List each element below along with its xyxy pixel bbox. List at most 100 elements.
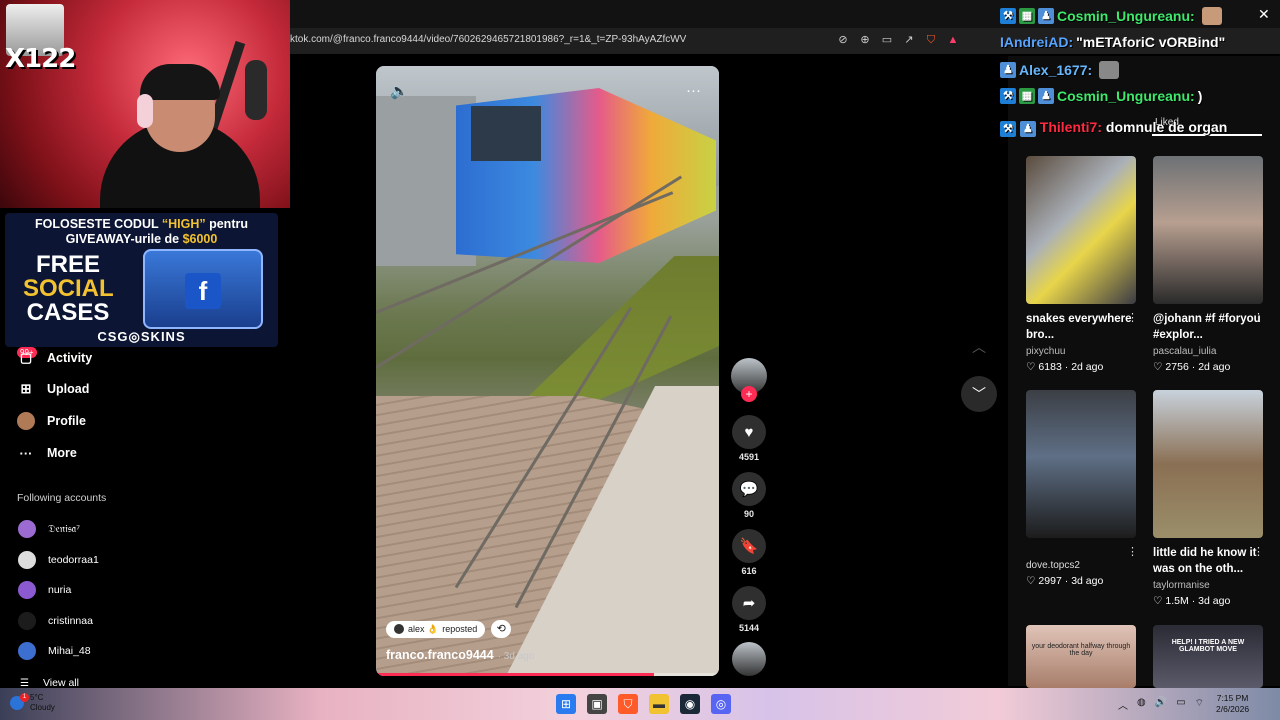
video-user[interactable]: pixychuu bbox=[1026, 346, 1065, 357]
video-user[interactable]: pascalau_iulia bbox=[1153, 346, 1216, 357]
badge-icon: ♟ bbox=[1019, 121, 1036, 137]
badge-icon: ♟ bbox=[1000, 62, 1016, 78]
weather-widget[interactable]: 1 5°C Cloudy bbox=[10, 693, 55, 713]
video-thumbnail[interactable] bbox=[1026, 390, 1136, 538]
sidebar-item-profile[interactable]: Profile bbox=[17, 410, 86, 432]
facebook-icon: f bbox=[185, 273, 221, 309]
following-account[interactable]: 𝔇𝔢𝔫𝔦𝔰𝔞⁷ bbox=[18, 520, 80, 538]
system-tray: ︿ ◍ 🔊 ▭ ⌔ bbox=[1118, 697, 1204, 712]
video-author[interactable]: franco.franco9444 · 3d ago bbox=[386, 648, 534, 662]
heart-outline-icon: ♡ bbox=[1153, 595, 1163, 607]
more-icon: ··· bbox=[19, 445, 33, 461]
video-user[interactable]: dove.topcs2 bbox=[1026, 560, 1080, 571]
weather-icon: 1 bbox=[10, 693, 29, 710]
save-button[interactable]: 🔖 616 bbox=[731, 529, 767, 576]
display-icon[interactable]: ▭ bbox=[1176, 697, 1185, 712]
following-account[interactable]: nuria bbox=[18, 581, 71, 599]
video-player[interactable]: 🔈 ··· alex 👌 reposted ⟲ franco.franco944… bbox=[376, 66, 719, 676]
video-stats: ♡ 6183 · 2d ago bbox=[1026, 361, 1104, 373]
repost-pill[interactable]: alex 👌 reposted bbox=[386, 620, 486, 638]
browser-toolbar: ⊘ ⊕ ▭ ↗ ⛉ ▲ bbox=[835, 32, 961, 48]
rewards-icon[interactable]: ▲ bbox=[945, 32, 961, 48]
following-account[interactable]: Mihai_48 bbox=[18, 642, 91, 660]
video-thumbnail[interactable] bbox=[1153, 156, 1263, 304]
speaker-icon[interactable]: 🔊 bbox=[1155, 697, 1167, 712]
picture-in-picture-icon[interactable]: ▭ bbox=[879, 32, 895, 48]
steam-icon[interactable]: ◉ bbox=[680, 694, 700, 714]
next-video-button[interactable]: ﹀ bbox=[961, 376, 997, 412]
windows-start-icon[interactable]: ⊞ bbox=[556, 694, 576, 714]
video-thumbnail[interactable] bbox=[1153, 390, 1263, 538]
wifi-icon[interactable]: ⌔ bbox=[1195, 697, 1204, 712]
discord-icon[interactable]: ◎ bbox=[711, 694, 731, 714]
video-thumbnail[interactable] bbox=[1026, 156, 1136, 304]
more-icon[interactable]: ⋮ bbox=[1127, 311, 1138, 324]
music-disc-icon bbox=[732, 642, 766, 676]
brave-browser-icon[interactable]: ⛉ bbox=[618, 694, 638, 714]
avatar bbox=[18, 642, 36, 660]
comment-button[interactable]: 💬 90 bbox=[731, 472, 767, 519]
following-account[interactable]: teodorraa1 bbox=[18, 551, 99, 569]
share-icon[interactable]: ↗ bbox=[901, 32, 917, 48]
chevron-up-icon[interactable]: ︿ bbox=[1118, 697, 1128, 712]
promo-banner: FOLOSESTE CODUL “HIGH” pentru GIVEAWAY-u… bbox=[5, 213, 278, 347]
mute-icon[interactable]: ⊘ bbox=[835, 32, 851, 48]
heart-outline-icon: ♡ bbox=[1026, 361, 1036, 373]
badge-icon: ▦ bbox=[1019, 88, 1035, 104]
network-icon[interactable]: ◍ bbox=[1137, 697, 1146, 712]
chat-message: ♟ Alex_1677: bbox=[1000, 61, 1120, 79]
more-options-icon[interactable]: ··· bbox=[686, 82, 701, 99]
promo-headline: FREE SOCIAL CASES bbox=[23, 251, 114, 326]
video-title[interactable]: little did he know it was on the oth... bbox=[1153, 545, 1263, 577]
promo-text: FOLOSESTE CODUL “HIGH” pentru GIVEAWAY-u… bbox=[35, 217, 248, 246]
video-tram-window bbox=[471, 106, 541, 161]
following-account[interactable]: cristinnaa bbox=[18, 612, 93, 630]
video-thumbnail[interactable]: HELP! I TRIED A NEW GLAMBOT MOVE bbox=[1153, 625, 1263, 688]
heart-outline-icon: ♡ bbox=[1026, 575, 1036, 587]
badge-icon: ♟ bbox=[1038, 88, 1054, 104]
promo-brand: CSG◎SKINS bbox=[97, 329, 186, 344]
avatar bbox=[18, 581, 36, 599]
sound-avatar[interactable] bbox=[731, 642, 767, 676]
clock[interactable]: 7:15 PM 2/6/2026 bbox=[1216, 693, 1249, 715]
webcam-badge: X122 bbox=[5, 44, 76, 74]
volume-icon[interactable]: 🔈 bbox=[390, 82, 409, 100]
video-thumbnail[interactable]: your deodorant halfway through the day bbox=[1026, 625, 1136, 688]
video-progress-bar[interactable] bbox=[376, 673, 719, 676]
badge-icon: ⚒ bbox=[1000, 121, 1016, 137]
video-title[interactable]: snakes everywhere bro... bbox=[1026, 311, 1136, 343]
video-user[interactable]: taylormanise bbox=[1153, 580, 1210, 591]
task-view-icon[interactable]: ▣ bbox=[587, 694, 607, 714]
zoom-icon[interactable]: ⊕ bbox=[857, 32, 873, 48]
avatar bbox=[18, 551, 36, 569]
microphone bbox=[245, 60, 267, 120]
video-title[interactable]: @johann #f #foryou #explor... bbox=[1153, 311, 1263, 343]
creator-avatar[interactable]: + bbox=[731, 358, 767, 402]
sidebar-item-upload[interactable]: ⊞ Upload bbox=[17, 378, 90, 400]
sidebar-item-more[interactable]: ··· More bbox=[17, 442, 77, 464]
more-icon[interactable]: ⋮ bbox=[1127, 545, 1138, 558]
previous-video-button[interactable]: ︿ bbox=[961, 329, 997, 365]
chat-message: ⚒ ▦ ♟ Cosmin_Ungureanu: bbox=[1000, 7, 1222, 25]
badge-icon: ▦ bbox=[1019, 8, 1035, 24]
chevron-up-icon: ︿ bbox=[972, 339, 986, 355]
url-text[interactable]: ktok.com/@franco.franco9444/video/760262… bbox=[290, 34, 686, 45]
follow-plus-icon[interactable]: + bbox=[741, 386, 757, 402]
chat-message: ⚒ ♟ Thilenti7: domnule de organ bbox=[1000, 116, 1240, 138]
more-icon[interactable]: ⋮ bbox=[1253, 545, 1264, 558]
brave-shield-icon[interactable]: ⛉ bbox=[923, 32, 939, 48]
repost-icon[interactable]: ⟲ bbox=[491, 620, 512, 638]
video-stats: ♡ 2756 · 2d ago bbox=[1153, 361, 1231, 373]
sidebar-item-activity[interactable]: ▢ Activity bbox=[17, 347, 92, 369]
file-explorer-icon[interactable]: ▬ bbox=[649, 694, 669, 714]
more-icon[interactable]: ⋮ bbox=[1253, 311, 1264, 324]
video-stats: ♡ 2997 · 3d ago bbox=[1026, 575, 1104, 587]
emote bbox=[1201, 7, 1222, 25]
like-button[interactable]: ♥ 4591 bbox=[731, 415, 767, 462]
share-button[interactable]: ➦ 5144 bbox=[731, 586, 767, 633]
chat-message: IAndreiAD: "mETAforiC vORBind" bbox=[1000, 34, 1226, 50]
list-icon: ☰ bbox=[20, 677, 29, 689]
close-icon[interactable]: ✕ bbox=[1258, 6, 1270, 23]
streamer-cap bbox=[140, 64, 220, 100]
badge-icon: ⚒ bbox=[1000, 8, 1016, 24]
